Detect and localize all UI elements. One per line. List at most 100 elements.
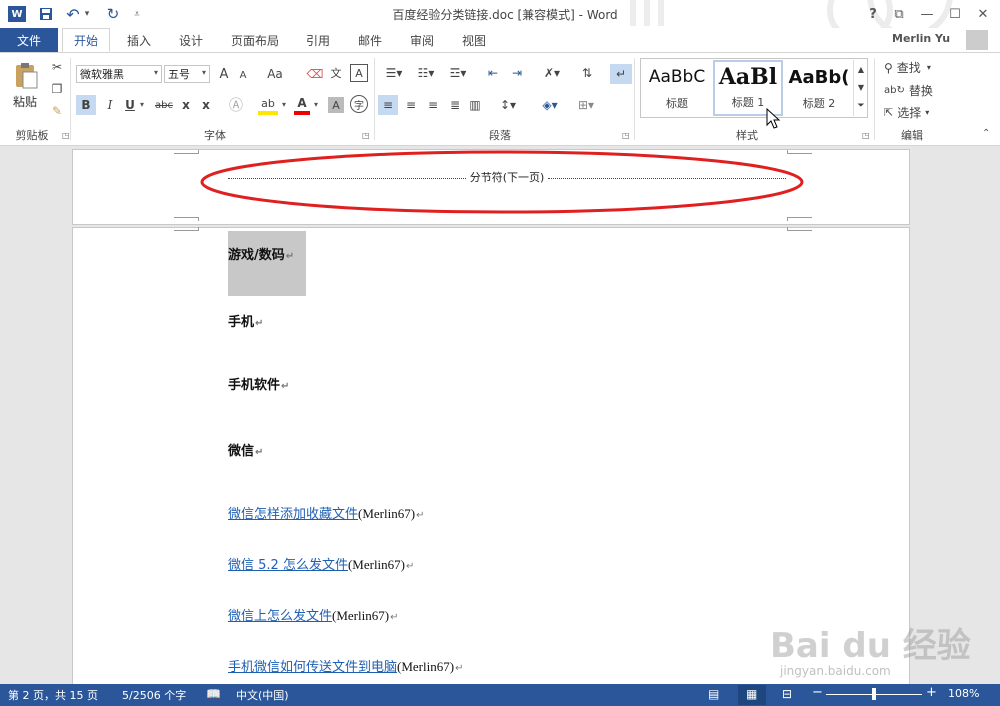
hyperlink[interactable]: 微信上怎么发文件 [228, 609, 332, 624]
superscript-button[interactable]: x [198, 95, 214, 115]
clear-formatting-icon[interactable]: ⌫ [306, 66, 324, 82]
chinese-layout-icon[interactable]: ✗▾ [538, 64, 566, 82]
tab-page-layout[interactable]: 页面布局 [222, 28, 288, 52]
dialog-launcher-icon[interactable]: ◳ [622, 131, 630, 140]
proofing-icon[interactable]: 📖 [206, 687, 221, 701]
align-right-icon[interactable]: ≡ [424, 95, 442, 115]
style-heading-2[interactable]: AaBb( 标题 2 [784, 60, 854, 116]
decrease-indent-icon[interactable]: ⇤ [484, 64, 502, 82]
increase-indent-icon[interactable]: ⇥ [508, 64, 526, 82]
dialog-launcher-icon[interactable]: ◳ [62, 131, 70, 140]
page-count[interactable]: 第 2 页，共 15 页 [8, 687, 98, 703]
italic-button[interactable]: I [102, 95, 118, 115]
tab-mailings[interactable]: 邮件 [350, 28, 390, 52]
shrink-font-icon[interactable]: A [236, 68, 250, 82]
highlight-color-icon[interactable]: ab [258, 95, 278, 115]
bullets-icon[interactable]: ☰▾ [380, 64, 408, 82]
select-button[interactable]: ⇱ 选择 ▾ [884, 104, 929, 121]
borders-icon[interactable]: ⊞▾ [572, 95, 600, 115]
chevron-down-icon[interactable]: ▾ [140, 100, 144, 109]
doc-link-line[interactable]: 微信上怎么发文件(Merlin67)↵ [228, 605, 398, 624]
avatar[interactable] [966, 30, 988, 50]
print-layout-icon[interactable]: ▦ [746, 687, 757, 701]
show-paragraph-marks-icon[interactable]: ↵ [610, 64, 632, 84]
text-effects-icon[interactable]: Ⓐ [228, 95, 244, 115]
user-name[interactable]: Merlin Yu [892, 32, 950, 45]
character-shading-button[interactable]: A [328, 97, 344, 113]
grow-font-icon[interactable]: A [216, 66, 232, 82]
subscript-button[interactable]: x [178, 95, 194, 115]
styles-scroll-down-icon[interactable]: ▼ [853, 78, 868, 96]
close-icon[interactable]: ✕ [970, 3, 996, 25]
shading-icon[interactable]: ◈▾ [536, 95, 564, 115]
tab-view[interactable]: 视图 [454, 28, 494, 52]
cut-icon[interactable]: ✂ [48, 58, 66, 76]
doc-heading[interactable]: 微信↵ [228, 440, 263, 459]
chevron-down-icon[interactable]: ▾ [282, 100, 286, 109]
doc-link-line[interactable]: 微信怎样添加收藏文件(Merlin67)↵ [228, 503, 424, 522]
doc-link-line[interactable]: 手机微信如何传送文件到电脑(Merlin67)↵ [228, 656, 463, 675]
justify-icon[interactable]: ≣ [446, 95, 464, 115]
styles-more-icon[interactable]: ⏷ [853, 96, 868, 116]
doc-heading[interactable]: 游戏/数码↵ [228, 244, 294, 263]
minimize-icon[interactable]: — [914, 3, 940, 25]
hyperlink[interactable]: 手机微信如何传送文件到电脑 [228, 660, 397, 675]
ribbon-display-options-icon[interactable]: ⧉ [886, 3, 912, 25]
phonetic-guide-icon[interactable]: 文 [326, 64, 346, 82]
hyperlink[interactable]: 微信怎样添加收藏文件 [228, 507, 358, 522]
paste-button[interactable]: 粘贴 [13, 93, 37, 110]
customize-quick-access-icon[interactable]: ⩡ [130, 5, 144, 23]
page-2[interactable] [72, 227, 910, 684]
undo-dropdown-icon[interactable]: ▾ [82, 5, 92, 23]
align-left-icon[interactable]: ≡ [378, 95, 398, 115]
sort-icon[interactable]: ⇅ [578, 64, 596, 82]
doc-link-line[interactable]: 微信 5.2 怎么发文件(Merlin67)↵ [228, 554, 414, 573]
align-center-icon[interactable]: ≡ [402, 95, 420, 115]
zoom-in-button[interactable]: + [926, 685, 937, 700]
word-count[interactable]: 5/2506 个字 [122, 687, 186, 703]
tab-review[interactable]: 审阅 [402, 28, 442, 52]
line-spacing-icon[interactable]: ↕▾ [494, 95, 522, 115]
language-indicator[interactable]: 中文(中国) [236, 687, 289, 703]
save-icon[interactable] [36, 5, 56, 23]
strikethrough-button[interactable]: abc [152, 95, 176, 115]
zoom-out-button[interactable]: − [812, 685, 823, 700]
dialog-launcher-icon[interactable]: ◳ [862, 131, 870, 140]
dialog-launcher-icon[interactable]: ◳ [362, 131, 370, 140]
replace-button[interactable]: ab↻ 替换 [884, 82, 933, 99]
redo-icon[interactable]: ↻ [104, 5, 122, 23]
web-layout-icon[interactable]: ⊟ [782, 687, 792, 701]
maximize-icon[interactable]: ☐ [942, 3, 968, 25]
chevron-down-icon[interactable]: ▾ [314, 100, 318, 109]
collapse-ribbon-icon[interactable]: ⌃ [982, 128, 990, 139]
font-name-select[interactable]: 微软雅黑 [76, 65, 162, 83]
multilevel-list-icon[interactable]: ☲▾ [444, 64, 472, 82]
hyperlink[interactable]: 微信 5.2 怎么发文件 [228, 558, 348, 573]
word-app-icon[interactable]: W [8, 6, 26, 22]
undo-icon[interactable]: ↶ [64, 5, 82, 24]
styles-scroll-up-icon[interactable]: ▲ [853, 60, 868, 78]
doc-heading[interactable]: 手机↵ [228, 311, 263, 330]
font-color-button[interactable]: A [294, 95, 310, 115]
numbering-icon[interactable]: ☷▾ [412, 64, 440, 82]
chevron-down-icon[interactable]: ▾ [154, 68, 158, 77]
zoom-slider-thumb[interactable] [872, 688, 876, 700]
tab-design[interactable]: 设计 [170, 28, 212, 52]
bold-button[interactable]: B [76, 95, 96, 115]
find-button[interactable]: ⚲ 查找 ▾ [884, 59, 931, 76]
underline-button[interactable]: U [122, 95, 138, 115]
copy-icon[interactable]: ❐ [48, 80, 66, 98]
tab-home[interactable]: 开始 [62, 28, 110, 52]
tab-insert[interactable]: 插入 [118, 28, 160, 52]
read-mode-icon[interactable]: ▤ [708, 687, 719, 701]
zoom-level[interactable]: 108% [948, 687, 979, 700]
style-title[interactable]: AaBbC 标题 [642, 60, 712, 116]
tab-references[interactable]: 引用 [298, 28, 338, 52]
format-painter-icon[interactable]: ✎ [48, 102, 66, 120]
enclose-characters-icon[interactable]: 字 [350, 95, 368, 113]
tab-file[interactable]: 文件 [0, 28, 58, 52]
paste-icon[interactable] [10, 60, 42, 92]
help-icon[interactable]: ? [860, 3, 886, 25]
change-case-icon[interactable]: Aa [262, 66, 288, 82]
character-border-icon[interactable]: A [350, 64, 368, 82]
